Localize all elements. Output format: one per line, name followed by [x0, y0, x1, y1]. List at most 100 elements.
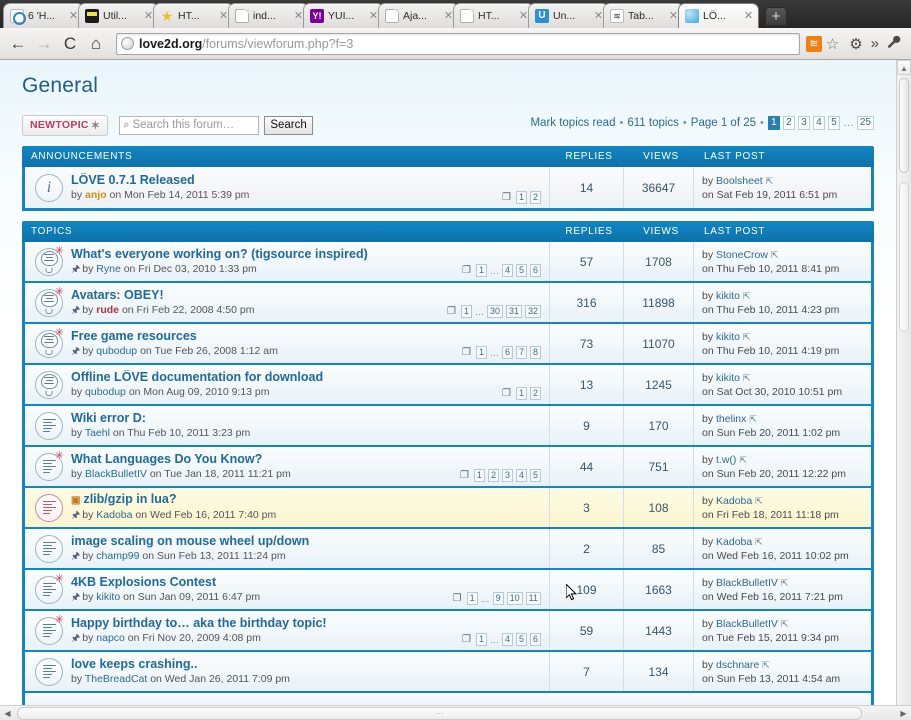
topic-title-link[interactable]: Free game resources	[71, 329, 543, 344]
mini-pagination-page[interactable]: 30	[486, 305, 503, 318]
pagination-page-3[interactable]: 3	[797, 116, 810, 130]
topic-title-link[interactable]: Wiki error D:	[71, 411, 543, 426]
mini-pagination-page[interactable]: 1	[515, 387, 527, 400]
last-post-author-link[interactable]: thelinx	[716, 413, 746, 425]
goto-last-post-icon[interactable]: ⇱	[781, 619, 789, 629]
pagination-page-4[interactable]: 4	[812, 116, 825, 130]
goto-last-post-icon[interactable]: ⇱	[755, 537, 763, 547]
goto-last-post-icon[interactable]: ⇱	[739, 455, 747, 465]
mini-pagination-page[interactable]: 2	[487, 469, 499, 482]
mini-pagination-page[interactable]: 1	[515, 191, 527, 204]
topic-title-link[interactable]: What's everyone working on? (tigsource i…	[71, 247, 543, 262]
topic-author-link[interactable]: Kadoba	[96, 509, 132, 521]
topic-author-link[interactable]: napco	[96, 632, 125, 644]
browser-tab[interactable]: Util... ✕	[78, 3, 159, 28]
goto-last-post-icon[interactable]: ⇱	[762, 660, 770, 670]
bookmark-star-icon[interactable]: ☆	[826, 35, 839, 53]
mini-pagination-page[interactable]: 7	[515, 346, 527, 359]
tab-close-icon[interactable]: ✕	[743, 10, 754, 22]
mini-pagination-page[interactable]: 6	[529, 633, 541, 646]
forward-button[interactable]: →	[32, 32, 56, 56]
vertical-scroll-thumb-top[interactable]	[899, 78, 909, 173]
mini-pagination-page[interactable]: 1	[475, 346, 487, 359]
browser-tab[interactable]: U Un... ✕	[528, 3, 609, 28]
topic-title-link[interactable]: love keeps crashing..	[71, 657, 543, 672]
mini-pagination-page[interactable]: 3	[501, 469, 513, 482]
table-row[interactable]: image scaling on mouse wheel up/down 🖈 by …	[25, 529, 871, 570]
goto-last-post-icon[interactable]: ⇱	[781, 578, 789, 588]
mini-pagination-page[interactable]: 8	[529, 346, 541, 359]
search-input[interactable]: ⌕ Search this forum…	[119, 115, 260, 135]
topic-author-link[interactable]: champ99	[96, 550, 139, 562]
last-post-author-link[interactable]: StoneCrow	[716, 249, 768, 261]
mini-pagination-page[interactable]: 6	[501, 346, 513, 359]
mini-pagination-page[interactable]: 1	[460, 305, 472, 318]
mini-pagination-page[interactable]: 11	[525, 592, 541, 605]
pagination-page-2[interactable]: 2	[782, 116, 795, 130]
new-topic-button[interactable]: NEWTOPIC ✶	[22, 114, 109, 136]
mini-pagination-page[interactable]: 6	[529, 264, 541, 277]
browser-tab[interactable]: LÖ... ✕	[678, 3, 759, 28]
mini-pagination-page[interactable]: 1	[475, 633, 487, 646]
browser-tab[interactable]: ind... ✕	[228, 3, 309, 28]
mini-pagination-page[interactable]: 5	[515, 264, 527, 277]
wrench-icon[interactable]	[887, 35, 901, 53]
mark-topics-read-link[interactable]: Mark topics read	[530, 117, 615, 129]
table-row[interactable]: ✳ Avatars: OBEY! 🖈 by rude on Fri Feb 22, 2…	[25, 283, 871, 324]
mini-pagination-page[interactable]: 10	[506, 592, 523, 605]
table-row[interactable]: Offline LÖVE documentation for download b…	[25, 365, 871, 406]
mini-pagination-page[interactable]: 31	[505, 305, 522, 318]
address-bar[interactable]: love2d.org/forums/viewforum.php?f=3	[116, 32, 800, 55]
pagination-page-1[interactable]: 1	[767, 116, 780, 130]
topic-author-link[interactable]: kikito	[96, 591, 120, 603]
last-post-author-link[interactable]: Boolsheet	[716, 175, 763, 187]
topic-author-link[interactable]: TheBreadCat	[85, 673, 147, 685]
browser-tab[interactable]: 6 'H... ✕	[3, 3, 84, 28]
last-post-author-link[interactable]: kikito	[716, 290, 740, 302]
goto-last-post-icon[interactable]: ⇱	[755, 496, 763, 506]
goto-last-post-icon[interactable]: ⇱	[766, 176, 774, 186]
mini-pagination-page[interactable]: 4	[501, 633, 513, 646]
pagination-last-page[interactable]: 25	[856, 116, 874, 130]
last-post-author-link[interactable]: t.w()	[716, 454, 736, 466]
chevrons-icon[interactable]: »	[871, 35, 879, 52]
topic-title-link[interactable]: ▣ zlib/gzip in lua?	[71, 492, 543, 508]
table-row[interactable]	[25, 693, 871, 705]
table-row[interactable]: ✳ What Languages Do You Know? by BlackBull…	[25, 447, 871, 488]
topic-author-link[interactable]: Taehl	[85, 427, 110, 439]
goto-last-post-icon[interactable]: ⇱	[743, 291, 751, 301]
last-post-author-link[interactable]: kikito	[716, 372, 740, 384]
topic-title-link[interactable]: Happy birthday to… aka the birthday topi…	[71, 616, 543, 631]
topic-title-link[interactable]: image scaling on mouse wheel up/down	[71, 534, 543, 549]
goto-last-post-icon[interactable]: ⇱	[771, 250, 779, 260]
mini-pagination-page[interactable]: 4	[501, 264, 513, 277]
scroll-left-button[interactable]: ◀	[0, 706, 15, 720]
topic-title-link[interactable]: 4KB Explosions Contest	[71, 575, 543, 590]
topic-title-link[interactable]: Offline LÖVE documentation for download	[71, 370, 543, 385]
table-row[interactable]: ✳ What's everyone working on? (tigsource …	[25, 242, 871, 283]
goto-last-post-icon[interactable]: ⇱	[743, 373, 751, 383]
reload-button[interactable]: C	[58, 32, 82, 56]
topic-author-link[interactable]: anjo	[85, 189, 107, 201]
search-button[interactable]: Search	[264, 115, 313, 135]
new-tab-button[interactable]: +	[765, 7, 787, 26]
browser-tab[interactable]: ≋ Tab... ✕	[603, 3, 684, 28]
mini-pagination-page[interactable]: 1	[466, 592, 478, 605]
last-post-author-link[interactable]: kikito	[716, 331, 740, 343]
mini-pagination-page[interactable]: 32	[524, 305, 541, 318]
pagination-page-5[interactable]: 5	[827, 116, 840, 130]
mini-pagination-page[interactable]: 1	[473, 469, 485, 482]
gear-icon[interactable]: ⚙	[849, 35, 862, 53]
goto-last-post-icon[interactable]: ⇱	[743, 332, 751, 342]
table-row[interactable]: ▣ zlib/gzip in lua? 🖈 by Kadoba on Wed Feb …	[25, 488, 871, 529]
mini-pagination-page[interactable]: 2	[529, 191, 541, 204]
table-row[interactable]: ✳ 4KB Explosions Contest 🖈 by kikito on Sun…	[25, 570, 871, 611]
mini-pagination-page[interactable]: 1	[475, 264, 487, 277]
mini-pagination-page[interactable]: 5	[529, 469, 541, 482]
topic-title-link[interactable]: What Languages Do You Know?	[71, 452, 543, 467]
last-post-author-link[interactable]: BlackBulletIV	[716, 618, 778, 630]
home-button[interactable]: ⌂	[84, 32, 108, 56]
topic-author-link[interactable]: qubodup	[96, 345, 137, 357]
last-post-author-link[interactable]: dschnare	[716, 659, 759, 671]
mini-pagination-page[interactable]: 5	[515, 633, 527, 646]
